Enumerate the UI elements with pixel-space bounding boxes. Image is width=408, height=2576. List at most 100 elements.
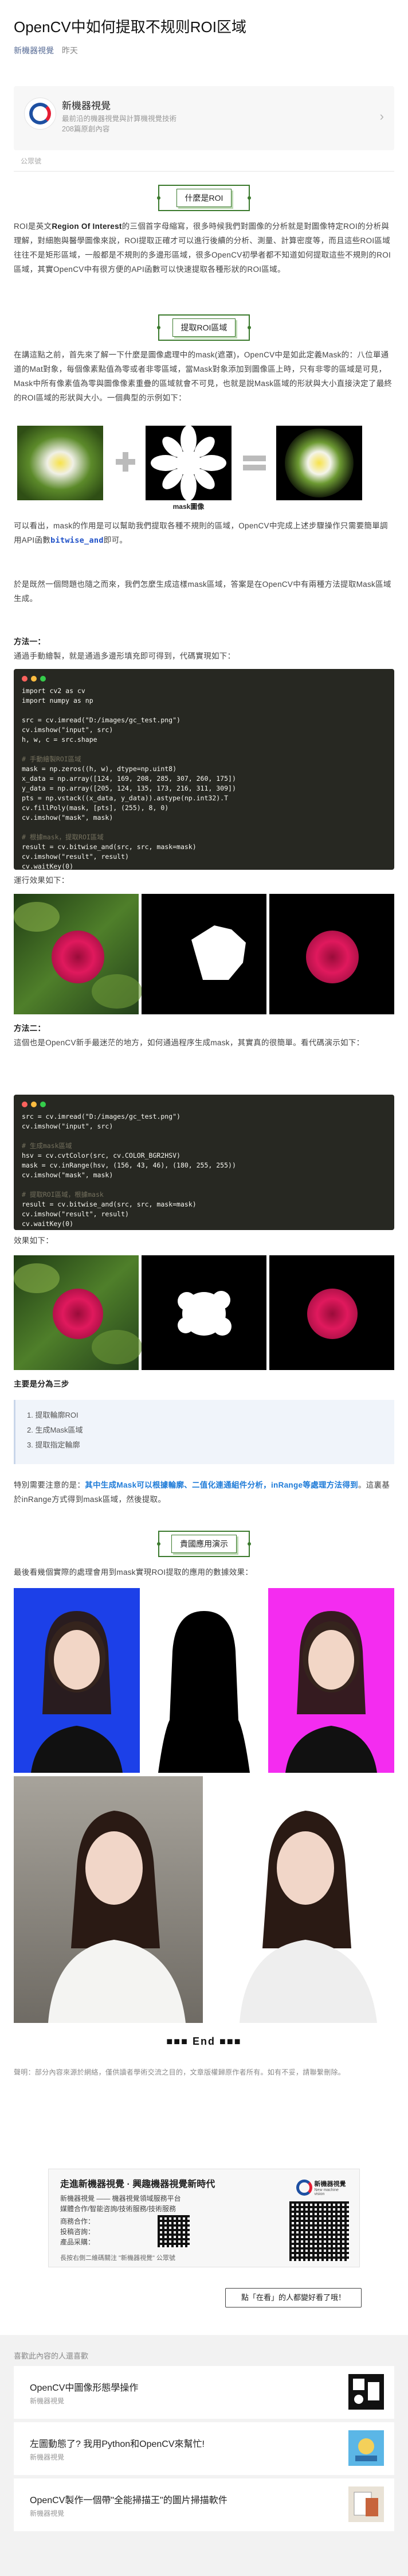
code-block-1: import cv2 as cv import numpy as np src = … [14, 669, 394, 870]
code-line: import numpy as np [22, 696, 93, 705]
recommend-item-author: 新機器視覺 [30, 2397, 65, 2405]
section-title-text: 貴國應用演示 [171, 1535, 237, 1553]
step-item: 2. 生成Mask區域 [27, 1426, 83, 1434]
like-button[interactable]: 點「在看」的人都變好看了哦！ [225, 2288, 362, 2307]
code-lines-1: import cv2 as cv import numpy as np src = … [22, 686, 386, 871]
code-line: x_data = np.array([124, 169, 208, 285, 3… [22, 775, 236, 783]
code-line: # 生成mask區域 [22, 1142, 72, 1150]
section-title-demo: 貴國應用演示 [157, 1531, 251, 1557]
demo-paragraph: 最後看幾個實際的處理會用到mask實現ROI提取的應用的數據效果： [14, 1568, 253, 1577]
portrait-svg [14, 1588, 394, 1773]
brand-subtitle: New machine vision [314, 2188, 339, 2196]
promo-line: 產品采購： [60, 2238, 95, 2246]
brand-logo-icon [296, 2180, 312, 2196]
method1-desc: 通過手動繪製，就是通過多邊形填充即可得到，代碼實現如下： [14, 652, 236, 660]
window-dots [22, 1102, 386, 1107]
code-line: import cv2 as cv [22, 687, 85, 695]
portrait-demo-images [14, 1588, 394, 1773]
publish-time: 昨天 [61, 46, 78, 55]
promo-card: 走進新機器視覺 · 興趣機器視覺新時代 新機器視覺 —— 機器視覺領域服務平台 … [48, 2169, 360, 2267]
recommend-item-author: 新機器視覺 [30, 2509, 65, 2517]
code-line: cv.imshow("mask", mask) [22, 814, 113, 822]
mask-paragraph: 在講這點之前，首先來了解一下什麼是圖像處理中的mask(遮罩)，OpenCV中是… [14, 351, 393, 402]
article-page: OpenCV中如何提取不规则ROI区域 新機器視覺 昨天 新機器視覺 最前沿的機… [0, 0, 408, 2576]
note-text-a: 特別需要注意的是： [14, 1481, 85, 1489]
recommend-item[interactable]: OpenCV製作一個帶"全能掃描王"的圖片掃描軟件 新機器視覺 [14, 2478, 394, 2531]
profile-footer-label: 公眾號 [21, 157, 42, 165]
method1-title: 方法一： [14, 637, 46, 646]
profile-card[interactable]: 新機器視覺 最前沿的機器視覺與計算機視覺技術 208篇原創內容 › [14, 86, 394, 150]
result1-heading: 運行效果如下： [14, 876, 69, 885]
mask-diagram: mask圖像 [14, 425, 394, 512]
bitwise-and-term: bitwise_and [50, 536, 104, 545]
promo-line: 投稿咨詢： [60, 2228, 95, 2236]
recommend-thumbnail [348, 2374, 384, 2410]
recommend-item-author: 新機器視覺 [30, 2453, 65, 2461]
result1-svg [14, 894, 394, 1014]
code-block-2: src = cv.imread("D:/images/gc_test.png")… [14, 1095, 394, 1230]
result2-svg [14, 1255, 394, 1370]
method2-title: 方法二： [14, 1024, 46, 1033]
code-line: cv.waitKey(0) [22, 862, 74, 870]
promo-line: 長按右側二維碼關注 "新機器視覺" 公眾號 [60, 2255, 175, 2262]
profile-name: 新機器視覺 [62, 100, 111, 111]
account-link[interactable]: 新機器視覺 [14, 46, 54, 55]
qr-code-small [158, 2215, 190, 2247]
qr-code-large [289, 2201, 349, 2261]
intro-paragraph: ROI是英文Region Of Interest的三個首字母縮寫，很多時候我們對… [14, 219, 394, 277]
credit-notice: 聲明：部分內容來源於網絡，僅供讀者學術交流之目的，文章版權歸原作者所有。如有不妥… [14, 2068, 346, 2076]
code-line: # 提取ROI區域，根據mask [22, 1190, 104, 1198]
how-to-generate-paragraph: 於是既然一個問題也隨之而來，我們怎麼生成這樣mask區域，答案是在OpenCV中… [14, 580, 391, 603]
code-line: hsv = cv.cvtColor(src, cv.COLOR_BGR2HSV) [22, 1151, 181, 1159]
recommend-item-title: OpenCV製作一個帶"全能掃描王"的圖片掃描軟件 [30, 2496, 227, 2505]
step-item: 3. 提取指定輪廓 [27, 1441, 80, 1449]
divider [14, 171, 394, 172]
section-title-text: 什麼是ROI [176, 189, 232, 207]
code-line: # 根據mask，提取ROI區域 [22, 833, 104, 841]
code-lines-2: src = cv.imread("D:/images/gc_test.png")… [22, 1112, 386, 1229]
recommend-thumbnail [348, 2486, 384, 2522]
recommend-title: 喜歡此內容的人還喜歡 [14, 2352, 89, 2360]
code-line: cv.imshow("input", src) [22, 1122, 113, 1130]
note-paragraph: 特別需要注意的是：其中生成Mask可以根據輪廓、二值化連通組件分析，inRang… [14, 1478, 394, 1507]
roi-term: Region Of Interest [52, 222, 122, 231]
recommend-item[interactable]: 左圖動態了? 我用Python和OpenCV來幫忙! 新機器視覺 [14, 2422, 394, 2475]
avatar [24, 98, 56, 130]
code-line: cv.waitKey(0) [22, 1220, 74, 1228]
intro-text-a: ROI是英文 [14, 222, 52, 231]
step-item: 1. 提取輪廓ROI [27, 1411, 79, 1419]
promo-title: 走進新機器視覺 · 興趣機器視覺新時代 [60, 2180, 215, 2189]
portrait-demo-images-2 [14, 1776, 394, 2023]
profile-desc-line: 最前沿的機器視覺與計算機視覺技術 [62, 115, 177, 123]
promo-line: 媒體合作/智能咨詢/技術服務/技術服務 [60, 2205, 176, 2213]
promo-line: 商務合作： [60, 2217, 95, 2225]
code-line: pts = np.vstack((x_data, y_data)).astype… [22, 794, 229, 802]
window-dots [22, 676, 386, 682]
method1-heading: 方法一： 通過手動繪製，就是通過多邊形填充即可得到，代碼實現如下： [14, 635, 394, 663]
code-line: mask = cv.inRange(hsv, (156, 43, 46), (1… [22, 1161, 236, 1169]
article-title: OpenCV中如何提取不规则ROI区域 [14, 18, 246, 36]
code-line: cv.imshow("result", result) [22, 853, 129, 861]
method2-desc: 這個也是OpenCV新手最迷茫的地方，如何通過程序生成mask，其實真的很簡單。… [14, 1038, 364, 1047]
section-title-extract-roi: 提取ROI區域 [157, 314, 251, 341]
thumb-icon [353, 2379, 379, 2404]
brand-logo: 新機器視覺 New machine vision [296, 2176, 349, 2199]
profile-article-count: 208篇原創內容 [62, 125, 110, 133]
result-images-2 [14, 1255, 394, 1370]
end-marker: ■■■ End ■■■ [166, 2036, 242, 2047]
section-title-what-is-roi: 什麼是ROI [157, 185, 251, 211]
result2-heading: 效果如下： [14, 1236, 53, 1245]
recommend-thumbnail [348, 2430, 384, 2466]
mask-image-label: mask圖像 [172, 503, 205, 511]
profile-description: 最前沿的機器視覺與計算機視覺技術 208篇原創內容 [62, 114, 360, 134]
code-line: cv.imshow("input", src) [22, 726, 113, 734]
code-line: cv.imshow("result", result) [22, 1210, 129, 1218]
code-line: result = cv.bitwise_and(src, src, mask=m… [22, 1200, 197, 1208]
portrait2-svg [14, 1776, 394, 2023]
recommend-item[interactable]: OpenCV中圖像形態學操作 新機器視覺 [14, 2366, 394, 2419]
steps-title: 主要是分為三步 [14, 1380, 69, 1388]
thumb-icon [355, 2438, 377, 2461]
